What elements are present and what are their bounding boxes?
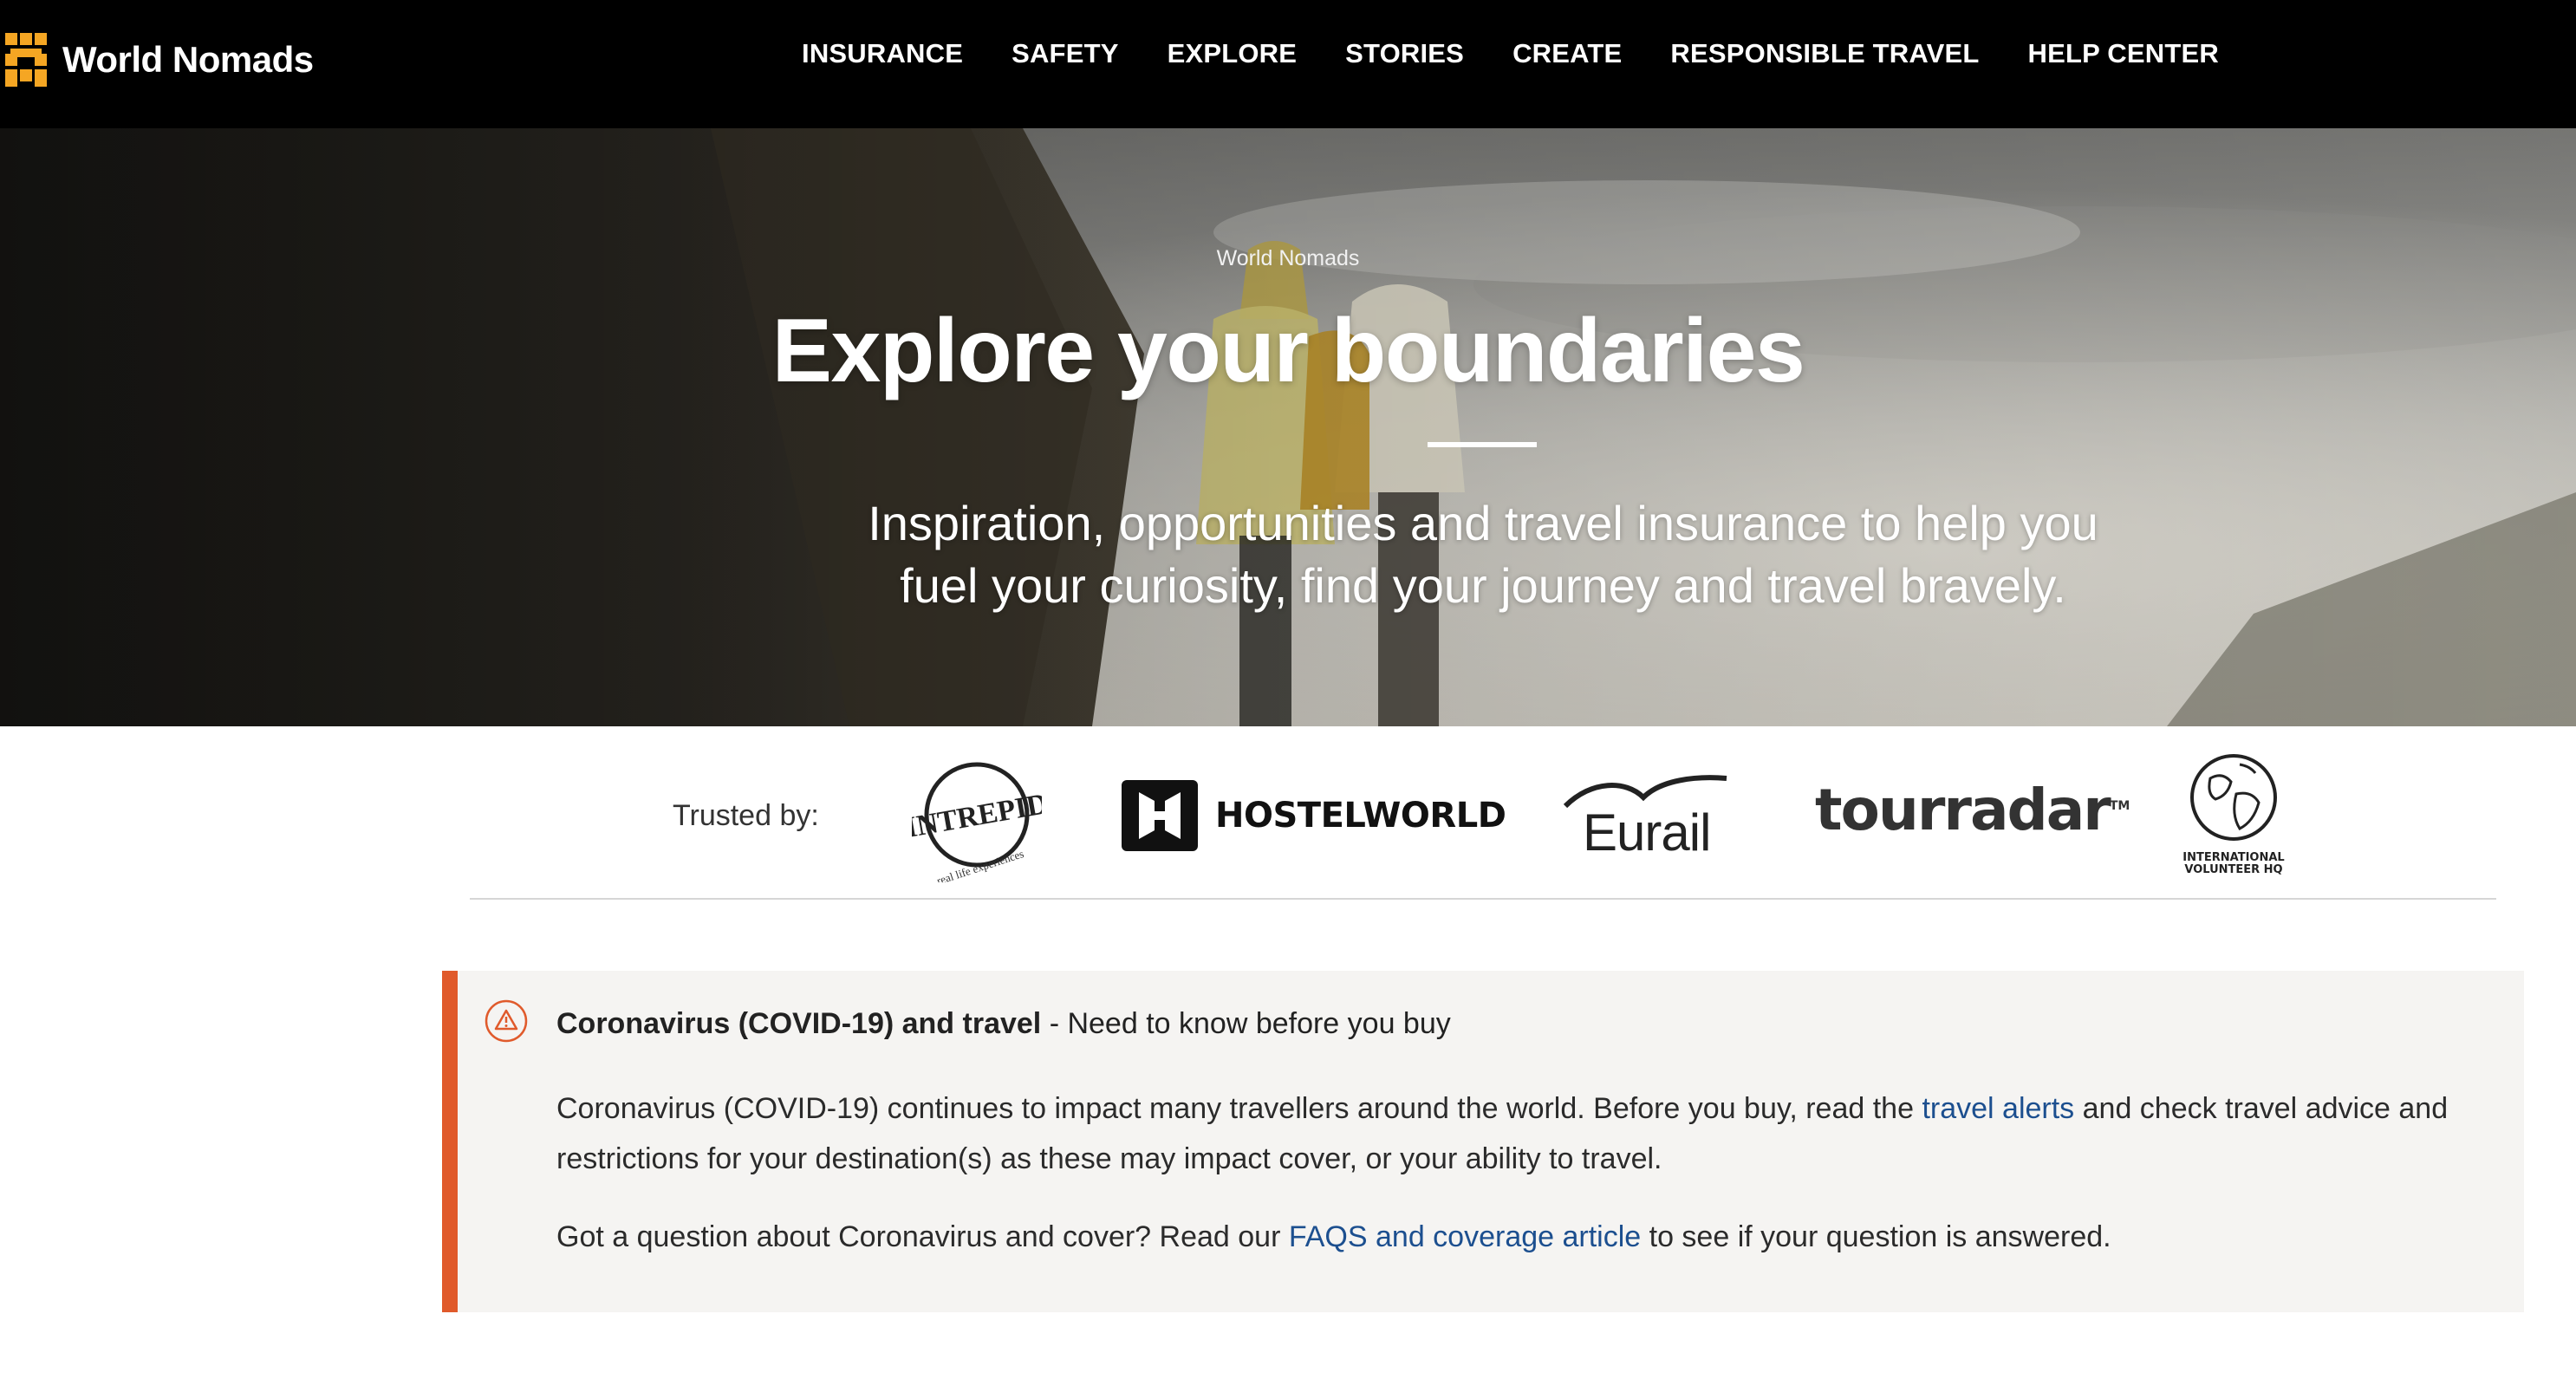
notice-p1-text: Coronavirus (COVID-19) continues to impa… (556, 1092, 1922, 1125)
notice-heading: Coronavirus (COVID-19) and travel - Need… (556, 1007, 1451, 1041)
intrepid-circle-icon: INTREPID real life experiences (903, 762, 1051, 888)
ivhq-line-1: INTERNATIONAL (2182, 851, 2285, 864)
globe-icon (2190, 754, 2277, 841)
world-nomads-logo-icon (5, 33, 47, 87)
hostelworld-logo: HOSTELWORLD (1122, 778, 1506, 853)
notice-paragraph-1: Coronavirus (COVID-19) continues to impa… (556, 1083, 2515, 1184)
notice-title: Coronavirus (COVID-19) and travel (556, 1007, 1042, 1040)
eurail-logo: Eurail (1557, 771, 1730, 867)
main-nav: INSURANCE SAFETY EXPLORE STORIES CREATE … (802, 38, 2267, 69)
nav-stories[interactable]: STORIES (1345, 38, 1464, 69)
brand-name: World Nomads (62, 39, 314, 80)
hostelworld-wordmark: HOSTELWORLD (1215, 796, 1506, 836)
nav-responsible-travel[interactable]: RESPONSIBLE TRAVEL (1670, 38, 1979, 69)
nav-safety[interactable]: SAFETY (1012, 38, 1119, 69)
travel-alerts-link[interactable]: travel alerts (1922, 1092, 2074, 1125)
nav-explore[interactable]: EXPLORE (1168, 38, 1298, 69)
hero-subtitle: Inspiration, opportunities and travel in… (768, 492, 2198, 617)
faqs-coverage-link[interactable]: FAQS and coverage article (1289, 1220, 1641, 1253)
hero-content: World Nomads Explore your boundaries Ins… (0, 128, 2576, 726)
covid-notice: Coronavirus (COVID-19) and travel - Need… (442, 971, 2524, 1312)
hero-eyebrow: World Nomads (1216, 246, 1360, 270)
hero-title: Explore your boundaries (771, 301, 1805, 401)
top-nav-bar: World Nomads INSURANCE SAFETY EXPLORE ST… (0, 0, 2576, 128)
hero-subtitle-line-2: fuel your curiosity, find your journey a… (900, 558, 2066, 613)
notice-p2-text-after: to see if your question is answered. (1641, 1220, 2111, 1253)
notice-p2-text: Got a question about Coronavirus and cov… (556, 1220, 1289, 1253)
hero-banner: World Nomads Explore your boundaries Ins… (0, 128, 2576, 726)
warning-icon (485, 999, 528, 1043)
intrepid-logo: INTREPID real life experiences (903, 752, 1051, 888)
nav-insurance[interactable]: INSURANCE (802, 38, 963, 69)
eurail-wordmark: Eurail (1583, 803, 1711, 862)
trusted-by-label: Trusted by: (673, 799, 819, 832)
hero-subtitle-line-1: Inspiration, opportunities and travel in… (868, 496, 2098, 550)
notice-title-suffix: - Need to know before you buy (1041, 1007, 1451, 1040)
trusted-by-strip: Trusted by: INTREPID real life experienc… (470, 735, 2496, 900)
nav-create[interactable]: CREATE (1512, 38, 1622, 69)
notice-paragraph-2: Got a question about Coronavirus and cov… (556, 1212, 2515, 1262)
hero-divider (1428, 442, 1537, 447)
tourradar-wordmark: tourradar (1815, 777, 2111, 843)
nav-help-center[interactable]: HELP CENTER (2028, 38, 2219, 69)
svg-text:real life experiences: real life experiences (935, 847, 1025, 882)
hostelworld-mark-icon (1122, 780, 1198, 851)
tourradar-trademark: TM (2109, 799, 2130, 813)
ivhq-line-2: VOLUNTEER HQ (2184, 863, 2283, 876)
ivhq-logo: INTERNATIONAL VOLUNTEER HQ (2169, 752, 2299, 891)
tourradar-logo: tourradarTM (1815, 777, 2130, 843)
brand-logo-link[interactable]: World Nomads (5, 29, 314, 90)
